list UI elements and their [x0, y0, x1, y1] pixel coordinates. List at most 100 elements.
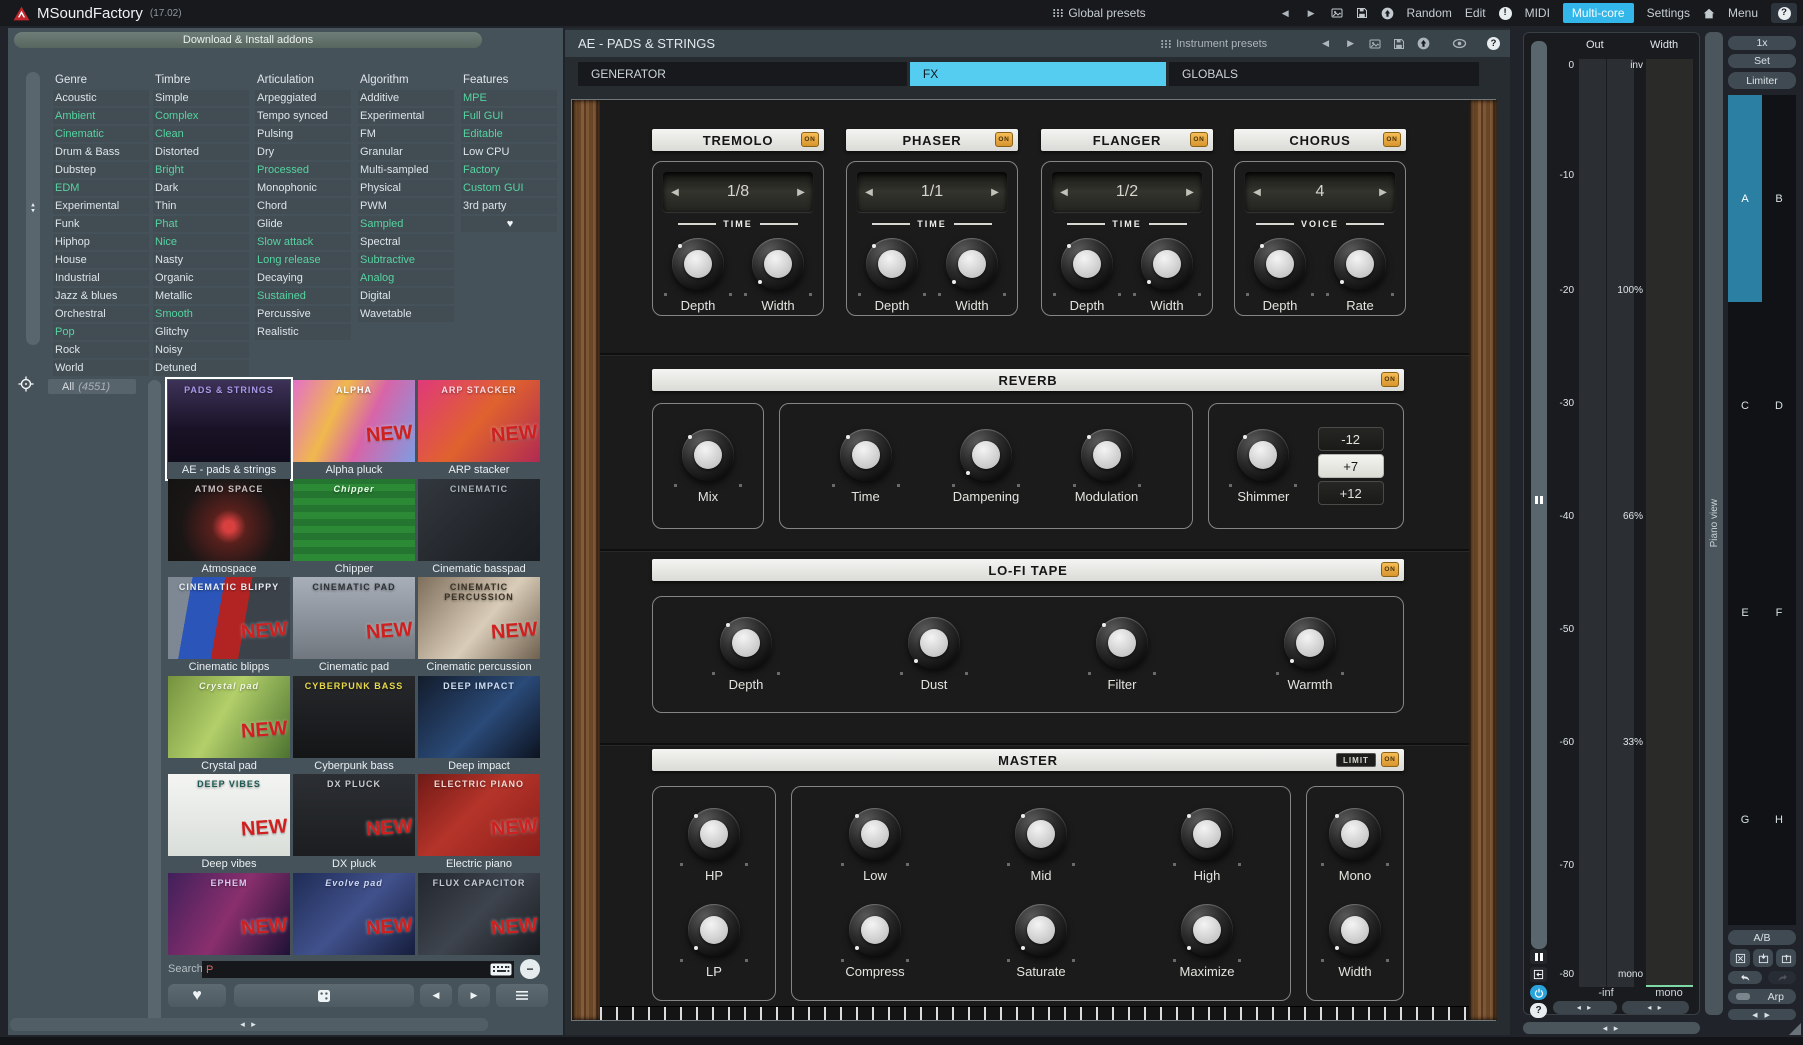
filter-tag-pop[interactable]: Pop	[53, 324, 149, 340]
out-meter-hscrollbar[interactable]: ◂ ▸	[1553, 1001, 1617, 1014]
filter-tag-acoustic[interactable]: Acoustic	[53, 90, 149, 106]
help-icon[interactable]: ?	[1487, 37, 1500, 50]
fx-tremolo-on-button[interactable]: ON	[801, 132, 819, 147]
preset-tile-deep-vibes[interactable]: DEEP VIBESNEWDeep vibes	[168, 774, 290, 872]
filter-tag-phat[interactable]: Phat	[153, 216, 249, 232]
filter-tag-ambient[interactable]: Ambient	[53, 108, 149, 124]
knob-dial[interactable]	[1015, 808, 1067, 860]
knob-dial[interactable]	[1329, 904, 1381, 956]
download-addons-button[interactable]: Download & Install addons	[14, 32, 482, 48]
knob-hp[interactable]: HP	[679, 808, 749, 883]
tab-fx[interactable]: FX	[910, 62, 1166, 86]
knob-dial[interactable]	[688, 904, 740, 956]
multicore-button[interactable]: Multi-core	[1563, 3, 1634, 23]
filter-tag-complex[interactable]: Complex	[153, 108, 249, 124]
filter-tag-hiphop[interactable]: Hiphop	[53, 234, 149, 250]
value-next-button[interactable]: ▶	[1371, 187, 1395, 198]
fx-reverb-on-button[interactable]: ON	[1381, 372, 1399, 387]
limit-button[interactable]: LIMIT	[1336, 753, 1376, 767]
settings-button[interactable]: Settings	[1647, 6, 1690, 20]
filter-tag-realistic[interactable]: Realistic	[255, 324, 351, 340]
pitch-button-12[interactable]: +12	[1318, 481, 1384, 505]
next-preset-button[interactable]: ▶	[1305, 6, 1318, 21]
knob-dial[interactable]	[1181, 904, 1233, 956]
preset-image-icon[interactable]	[1369, 38, 1381, 50]
value-prev-button[interactable]: ◀	[663, 187, 687, 198]
fx-chorus-value-display[interactable]: ◀4▶	[1245, 172, 1395, 212]
midi-button[interactable]: MIDI	[1525, 6, 1550, 20]
favorites-button[interactable]: ♥	[168, 984, 226, 1007]
filter-tag-nice[interactable]: Nice	[153, 234, 249, 250]
knob-dial[interactable]	[849, 904, 901, 956]
filter-favorites-item[interactable]: ♥	[461, 216, 557, 232]
redo-button[interactable]	[1768, 971, 1796, 984]
filter-tag-funk[interactable]: Funk	[53, 216, 149, 232]
knob-lp[interactable]: LP	[679, 904, 749, 979]
knob-width[interactable]: Width	[937, 238, 1007, 313]
filter-tag-3rd-party[interactable]: 3rd party	[461, 198, 557, 214]
width-meter-hscrollbar[interactable]: ◂ ▸	[1622, 1001, 1689, 1014]
preset-tile-deep-impact[interactable]: DEEP IMPACTDeep impact	[418, 676, 540, 774]
filter-tag-rock[interactable]: Rock	[53, 342, 149, 358]
oversampling-button[interactable]: 1x	[1728, 36, 1796, 50]
preset-tile-cinematic-basspad[interactable]: CINEMATICCinematic basspad	[418, 479, 540, 577]
preset-tile-cyberpunk-bass[interactable]: CYBERPUNK BASSCyberpunk bass	[293, 676, 415, 774]
preset-tile-atmospace[interactable]: ATMO SPACEAtmospace	[168, 479, 290, 577]
info-icon[interactable]: !	[1499, 7, 1512, 20]
fx-lofi-tape-on-button[interactable]: ON	[1381, 562, 1399, 577]
filter-tag-mpe[interactable]: MPE	[461, 90, 557, 106]
filter-tag-clean[interactable]: Clean	[153, 126, 249, 142]
filter-tag-decaying[interactable]: Decaying	[255, 270, 351, 286]
preset-tile-row6-1[interactable]: Evolve padNEW	[293, 873, 415, 955]
fx-master-on-button[interactable]: ON	[1381, 752, 1399, 767]
knob-modulation[interactable]: Modulation	[1072, 429, 1142, 504]
filter-tag-chord[interactable]: Chord	[255, 198, 351, 214]
knob-dial[interactable]	[1284, 617, 1336, 669]
width-meter[interactable]	[1646, 59, 1693, 987]
preset-tile-ae-pads-strings[interactable]: PADS & STRINGSAE - pads & strings	[168, 380, 290, 478]
knob-time[interactable]: Time	[831, 429, 901, 504]
filter-tag-house[interactable]: House	[53, 252, 149, 268]
filter-tag-dubstep[interactable]: Dubstep	[53, 162, 149, 178]
bank-e[interactable]: E	[1728, 509, 1762, 716]
knob-dial[interactable]	[849, 808, 901, 860]
meters-help-button[interactable]: ?	[1530, 1003, 1547, 1018]
save-preset-icon[interactable]	[1356, 7, 1368, 19]
save-preset-icon[interactable]	[1393, 38, 1405, 50]
piano-view-toggle[interactable]: Piano view	[1705, 32, 1723, 1015]
knob-dial[interactable]	[840, 429, 892, 481]
filter-tag-detuned[interactable]: Detuned	[153, 360, 249, 376]
out-meter-left-channel[interactable]	[1579, 59, 1606, 987]
filter-tag-arpeggiated[interactable]: Arpeggiated	[255, 90, 351, 106]
arp-button[interactable]: Arp	[1728, 989, 1796, 1004]
prev-preset-button[interactable]: ◀	[1279, 6, 1292, 21]
filter-tag-glitchy[interactable]: Glitchy	[153, 324, 249, 340]
fx-chorus-on-button[interactable]: ON	[1383, 132, 1401, 147]
help-button[interactable]: ?	[1771, 3, 1797, 23]
filter-tag-industrial[interactable]: Industrial	[53, 270, 149, 286]
knob-dial[interactable]	[1329, 808, 1381, 860]
preset-tile-cinematic-blipps[interactable]: CINEMATIC BLIPPYNEWCinematic blipps	[168, 577, 290, 675]
filter-tag-world[interactable]: World	[53, 360, 149, 376]
filter-tag-analog[interactable]: Analog	[358, 270, 454, 286]
filter-tag-simple[interactable]: Simple	[153, 90, 249, 106]
instrument-presets-button[interactable]: Instrument presets	[1161, 38, 1267, 50]
filter-tag-jazz-blues[interactable]: Jazz & blues	[53, 288, 149, 304]
filter-tag-experimental[interactable]: Experimental	[53, 198, 149, 214]
filter-tag-pwm[interactable]: PWM	[358, 198, 454, 214]
all-presets-row[interactable]: All (4551)	[48, 379, 136, 394]
fx-flanger-value-display[interactable]: ◀1/2▶	[1052, 172, 1202, 212]
knob-filter[interactable]: Filter	[1087, 617, 1157, 692]
list-view-button[interactable]	[496, 984, 548, 1007]
knob-dial[interactable]	[1141, 238, 1193, 290]
knob-high[interactable]: High	[1172, 808, 1242, 883]
preset-tile-alpha-pluck[interactable]: ALPHANEWAlpha pluck	[293, 380, 415, 478]
filter-tag-nasty[interactable]: Nasty	[153, 252, 249, 268]
reset-meters-button[interactable]	[1530, 967, 1547, 982]
random-button[interactable]: Random	[1407, 6, 1452, 20]
window-resize-handle[interactable]	[1789, 1023, 1801, 1035]
keyboard-icon[interactable]	[490, 963, 512, 976]
value-prev-button[interactable]: ◀	[857, 187, 881, 198]
prev-page-button[interactable]: ◀	[420, 984, 452, 1007]
knob-dial[interactable]	[866, 238, 918, 290]
